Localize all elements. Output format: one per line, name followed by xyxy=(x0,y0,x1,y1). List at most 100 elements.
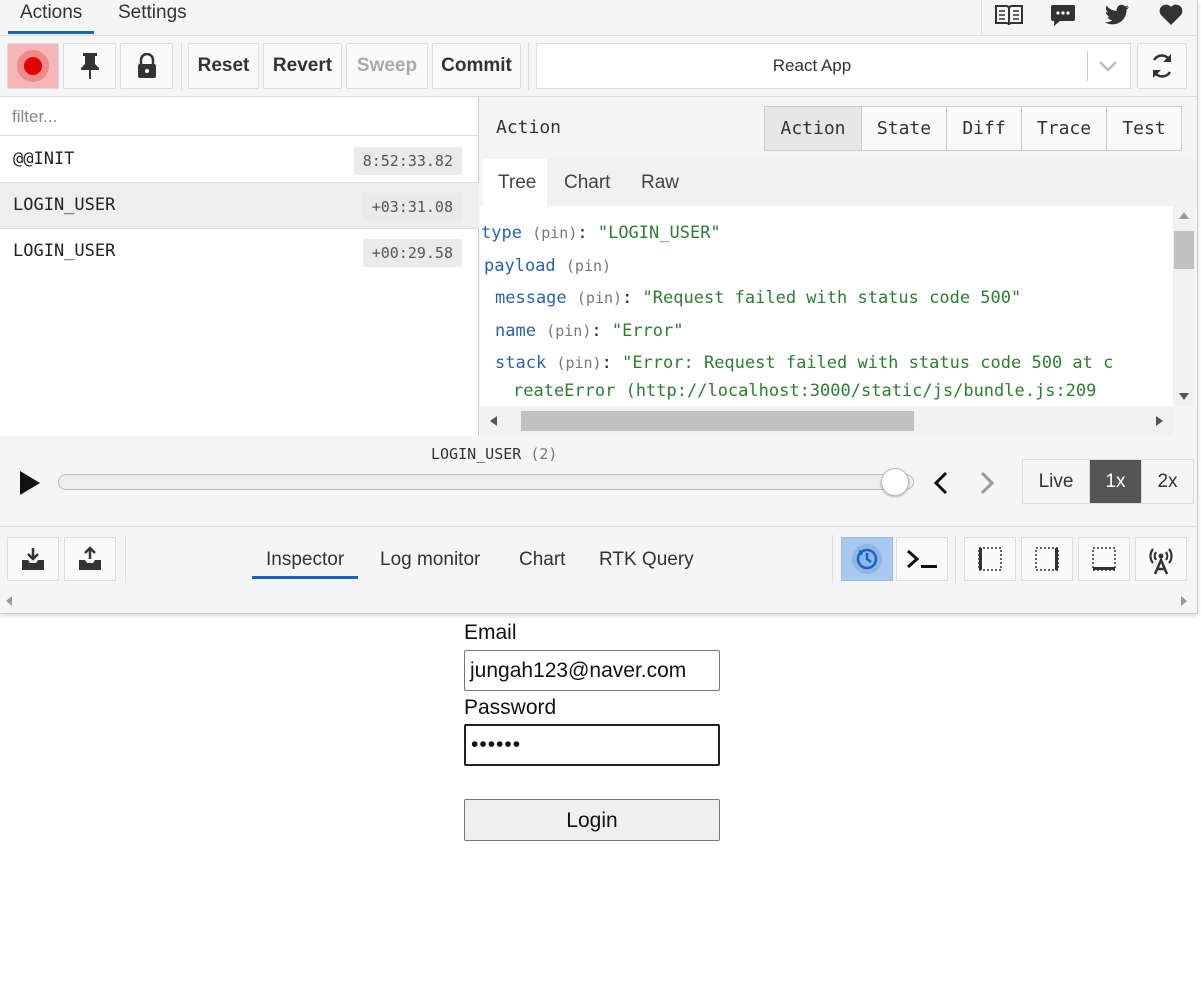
password-label: Password xyxy=(464,696,557,719)
top-tab-bar: Actions Settings xyxy=(0,0,1197,36)
dispatcher-icon xyxy=(852,544,882,574)
speed-toggle: Live 1x 2x xyxy=(1022,459,1194,504)
sync-icon xyxy=(1152,54,1172,78)
action-list-item[interactable]: @@INIT 8:52:33.82 xyxy=(0,137,479,183)
monitor-tab-rtk-query[interactable]: RTK Query xyxy=(585,541,708,579)
reset-button[interactable]: Reset xyxy=(188,43,259,89)
subtab-tree[interactable]: Tree xyxy=(483,159,547,206)
instance-select-value: React App xyxy=(772,56,852,75)
subtab-raw[interactable]: Raw xyxy=(626,159,694,206)
scroll-down-icon[interactable] xyxy=(1179,393,1189,400)
pin-icon xyxy=(80,53,99,79)
sync-button[interactable] xyxy=(1137,43,1187,89)
slider-track[interactable] xyxy=(58,474,914,490)
export-button[interactable] xyxy=(64,537,116,581)
tree-node-stack-continued: reateError (http://localhost:3000/static… xyxy=(513,381,1097,401)
tab-state[interactable]: State xyxy=(861,107,946,150)
scroll-left-icon[interactable] xyxy=(6,596,12,606)
next-action-icon[interactable] xyxy=(976,470,998,501)
tab-action[interactable]: Action xyxy=(765,107,861,150)
import-icon xyxy=(22,548,44,570)
action-tree: type (pin): "LOGIN_USER" payload (pin) m… xyxy=(480,206,1173,406)
top-icons xyxy=(981,0,1197,34)
speed-2x[interactable]: 2x xyxy=(1141,460,1193,503)
inspector-subtabs: Tree Chart Raw xyxy=(483,159,1197,206)
inspector-title: Action xyxy=(496,117,562,138)
lock-button[interactable] xyxy=(120,43,173,89)
inspector-tabs: Action State Diff Trace Test xyxy=(764,106,1182,151)
slider-left-icon xyxy=(978,547,1002,571)
book-open-icon[interactable] xyxy=(982,0,1036,30)
terminal-button[interactable] xyxy=(896,537,948,581)
revert-button[interactable]: Revert xyxy=(263,43,342,89)
terminal-icon xyxy=(907,549,937,569)
sweep-button[interactable]: Sweep xyxy=(346,43,428,89)
tab-trace[interactable]: Trace xyxy=(1021,107,1106,150)
scroll-right-icon[interactable] xyxy=(1156,416,1163,426)
filter-input[interactable]: filter... xyxy=(0,97,479,136)
action-time: +00:29.58 xyxy=(362,239,462,267)
import-button[interactable] xyxy=(7,537,59,581)
speed-live[interactable]: Live xyxy=(1023,460,1089,503)
record-icon xyxy=(17,50,49,82)
scroll-left-icon[interactable] xyxy=(490,416,497,426)
action-list-item[interactable]: LOGIN_USER +03:31.08 xyxy=(0,183,479,229)
scroll-thumb[interactable] xyxy=(1174,231,1194,269)
action-toolbar: Reset Revert Sweep Commit React App xyxy=(0,36,1197,97)
horizontal-scrollbar[interactable] xyxy=(480,406,1173,436)
lock-icon xyxy=(137,53,156,78)
chat-icon[interactable] xyxy=(1036,0,1090,30)
tab-test[interactable]: Test xyxy=(1106,107,1181,150)
email-label: Email xyxy=(464,621,517,644)
monitor-tab-chart[interactable]: Chart xyxy=(505,541,579,579)
slider-label: LOGIN_USER (2) xyxy=(431,445,558,463)
vertical-scrollbar[interactable] xyxy=(1173,206,1195,406)
heart-icon[interactable] xyxy=(1144,0,1197,30)
previous-action-icon[interactable] xyxy=(930,470,952,501)
action-name: LOGIN_USER xyxy=(13,195,116,215)
slider-middle-button[interactable] xyxy=(1021,537,1073,581)
tree-node-name[interactable]: name (pin): "Error" xyxy=(495,321,684,341)
tab-diff[interactable]: Diff xyxy=(946,107,1021,150)
password-field[interactable]: •••••• xyxy=(464,724,720,766)
remote-broadcast-icon xyxy=(1149,548,1173,575)
scroll-thumb[interactable] xyxy=(521,411,914,431)
slider-left-button[interactable] xyxy=(964,537,1016,581)
tree-node-message[interactable]: message (pin): "Request failed with stat… xyxy=(495,288,1021,308)
speed-1x[interactable]: 1x xyxy=(1089,460,1141,503)
monitor-tab-log-monitor[interactable]: Log monitor xyxy=(366,541,494,579)
action-list-item[interactable]: LOGIN_USER +00:29.58 xyxy=(0,229,479,275)
instance-select[interactable]: React App xyxy=(536,43,1131,89)
scroll-right-icon[interactable] xyxy=(1181,596,1187,606)
commit-button[interactable]: Commit xyxy=(432,43,521,89)
tab-settings[interactable]: Settings xyxy=(106,0,199,34)
slider-monitor: LOGIN_USER (2) Live 1x 2x xyxy=(0,437,1197,527)
slider-bottom-icon xyxy=(1092,547,1116,571)
action-time: +03:31.08 xyxy=(362,193,462,221)
tab-actions[interactable]: Actions xyxy=(8,0,95,34)
slider-middle-icon xyxy=(1035,547,1059,571)
pin-button[interactable] xyxy=(63,43,116,89)
monitor-bar: Inspector Log monitor Chart RTK Query xyxy=(0,527,1197,613)
redux-devtools-panel: Actions Settings Reset Revert Sweep Comm… xyxy=(0,0,1198,614)
record-button[interactable] xyxy=(7,43,59,89)
scroll-up-icon[interactable] xyxy=(1179,212,1189,219)
login-button[interactable]: Login xyxy=(464,799,720,841)
email-field[interactable]: jungah123@naver.com xyxy=(464,650,720,691)
action-time: 8:52:33.82 xyxy=(353,147,462,175)
monitor-tab-inspector[interactable]: Inspector xyxy=(252,541,359,579)
export-icon xyxy=(79,546,101,570)
slider-bottom-button[interactable] xyxy=(1078,537,1130,581)
remote-button[interactable] xyxy=(1135,537,1187,581)
action-list-pane: filter... @@INIT 8:52:33.82 LOGIN_USER +… xyxy=(0,97,479,436)
chevron-down-icon xyxy=(1097,56,1119,81)
tree-node-payload[interactable]: payload (pin) xyxy=(484,256,611,276)
tree-node-type[interactable]: type (pin): "LOGIN_USER" xyxy=(481,223,721,243)
tree-node-stack[interactable]: stack (pin): "Error: Request failed with… xyxy=(495,353,1113,373)
dispatcher-button[interactable] xyxy=(841,537,893,581)
slider-thumb[interactable] xyxy=(881,468,909,496)
twitter-icon[interactable] xyxy=(1090,0,1144,30)
play-icon[interactable] xyxy=(16,469,42,502)
subtab-chart[interactable]: Chart xyxy=(549,159,625,206)
action-name: LOGIN_USER xyxy=(13,241,116,261)
